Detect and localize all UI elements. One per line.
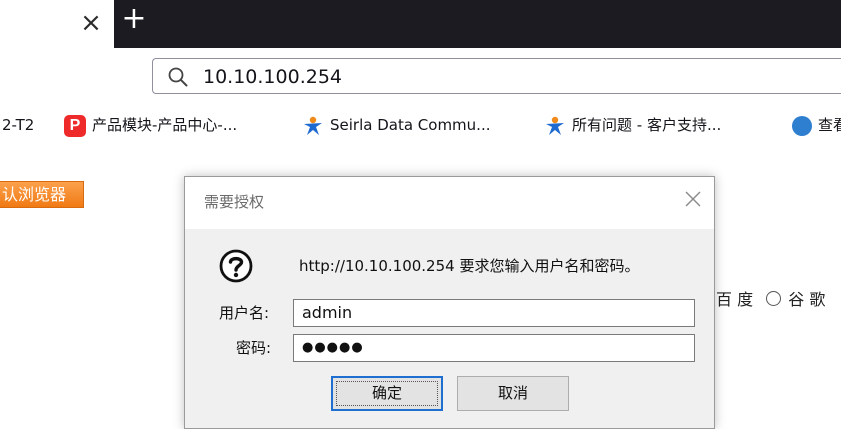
cancel-button[interactable]: 取消 bbox=[457, 376, 569, 411]
dialog-header: 需要授权 bbox=[185, 177, 714, 229]
close-icon[interactable] bbox=[681, 187, 705, 211]
bookmark-label: 2-T2 bbox=[2, 116, 35, 134]
password-field[interactable]: ●●●●● bbox=[293, 334, 695, 362]
engine-radio-google[interactable] bbox=[766, 291, 782, 306]
username-label: 用户名: bbox=[219, 304, 270, 322]
p-logo-icon: P bbox=[64, 114, 86, 137]
tab-strip-background bbox=[114, 0, 841, 48]
bookmark-item[interactable]: 查看 bbox=[792, 113, 841, 137]
question-icon bbox=[219, 249, 253, 283]
search-engine-options: 百 度 谷 歌 bbox=[716, 288, 825, 312]
search-icon bbox=[168, 67, 188, 87]
bookmark-item[interactable]: P 产品模块-产品中心-... bbox=[64, 113, 237, 137]
bookmark-item[interactable]: 2-T2 bbox=[2, 113, 34, 137]
password-label: 密码: bbox=[236, 339, 272, 357]
bookmark-item[interactable]: 所有问题 - 客户支持... bbox=[544, 113, 721, 137]
bookmarks-toolbar: 2-T2 P 产品模块-产品中心-... Seirla Data Commu...… bbox=[0, 100, 841, 150]
navigation-bar: 10.10.100.254 bbox=[0, 48, 841, 100]
engine-option-google-label: 谷 歌 bbox=[788, 290, 826, 309]
bookmark-label: Seirla Data Commu... bbox=[330, 116, 491, 134]
tab-strip: × + bbox=[0, 0, 841, 48]
engine-option-baidu-label: 百 度 bbox=[716, 290, 754, 309]
person-star-icon bbox=[546, 116, 564, 135]
bookmark-item[interactable]: Seirla Data Commu... bbox=[302, 113, 490, 137]
dialog-body: http://10.10.100.254 要求您输入用户名和密码。 用户名: a… bbox=[185, 229, 714, 428]
username-field[interactable]: admin bbox=[293, 299, 695, 327]
ok-button[interactable]: 确定 bbox=[331, 376, 443, 411]
bookmark-label: 查看 bbox=[818, 116, 841, 134]
focus-ring bbox=[336, 381, 438, 406]
url-bar[interactable]: 10.10.100.254 bbox=[152, 58, 841, 94]
auth-dialog: 需要授权 http://10.10.100.254 要求您输入用户名和密码。 用… bbox=[184, 176, 715, 429]
cancel-button-label: 取消 bbox=[497, 384, 528, 402]
bookmark-label: 产品模块-产品中心-... bbox=[92, 116, 238, 134]
person-star-icon bbox=[304, 116, 322, 135]
default-browser-button[interactable]: 认浏览器 bbox=[0, 181, 84, 208]
dialog-title: 需要授权 bbox=[204, 193, 265, 211]
globe-icon bbox=[792, 115, 812, 136]
dialog-message: http://10.10.100.254 要求您输入用户名和密码。 bbox=[299, 257, 640, 275]
new-tab-button[interactable]: + bbox=[118, 2, 150, 38]
tab-close-button[interactable]: × bbox=[78, 10, 104, 36]
url-text[interactable]: 10.10.100.254 bbox=[203, 65, 342, 89]
bookmark-label: 所有问题 - 客户支持... bbox=[572, 116, 722, 134]
